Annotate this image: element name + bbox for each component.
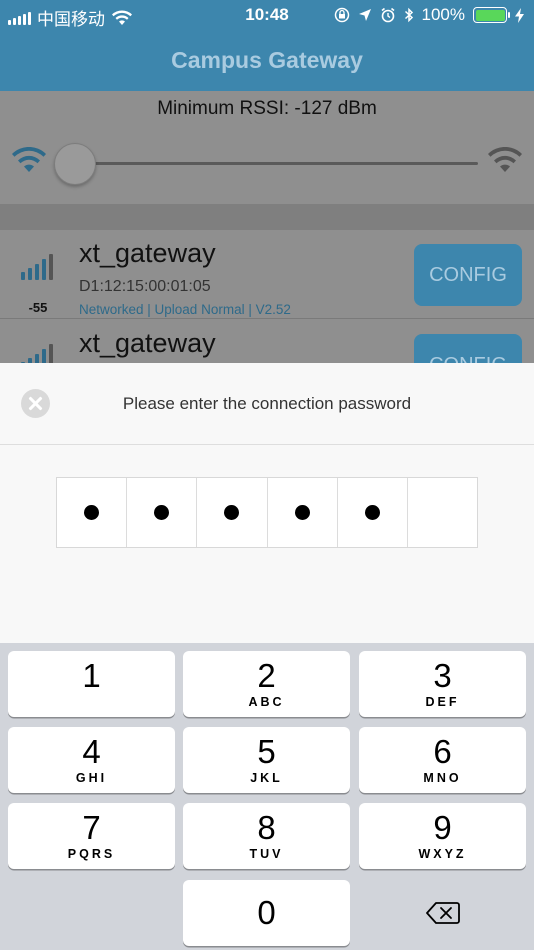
wifi-strong-icon [488, 147, 522, 172]
password-digit-cell [268, 478, 338, 547]
key-number: 8 [257, 809, 276, 846]
password-dialog: Please enter the connection password [0, 363, 534, 643]
key-letters: ABC [248, 695, 285, 709]
key-letters: JKL [250, 771, 283, 785]
key-2[interactable]: 2 ABC [183, 651, 350, 717]
bluetooth-icon [404, 7, 413, 23]
page-title: Campus Gateway [171, 47, 363, 73]
key-4[interactable]: 4 GHI [8, 727, 175, 793]
key-number: 2 [257, 657, 276, 694]
key-1[interactable]: 1 [8, 651, 175, 717]
rssi-label: Minimum RSSI: -127 dBm [157, 98, 377, 119]
gateway-rssi: -55 [28, 300, 48, 315]
gateway-name: xt_gateway [79, 238, 216, 268]
rssi-slider-track[interactable] [76, 162, 478, 165]
key-9[interactable]: 9 WXYZ [359, 803, 526, 869]
password-dot [224, 505, 240, 520]
password-input[interactable] [56, 477, 478, 548]
key-letters: PQRS [67, 847, 116, 861]
key-5[interactable]: 5 JKL [183, 727, 350, 793]
key-7[interactable]: 7 PQRS [8, 803, 175, 869]
key-number: 9 [433, 809, 452, 846]
key-number: 0 [257, 894, 276, 931]
section-divider [0, 204, 534, 230]
password-digit-cell [338, 478, 408, 547]
charging-icon [515, 7, 524, 23]
alarm-icon [381, 7, 395, 23]
status-bar: 中国移动 10:48 100% [0, 0, 534, 30]
gateway-mac: D1:12:15:00:01:05 [79, 278, 211, 295]
key-letters: GHI [75, 771, 108, 785]
dialog-header: Please enter the connection password [0, 363, 534, 445]
key-0[interactable]: 0 [183, 880, 350, 946]
backspace-icon [425, 902, 460, 924]
battery-percent: 100% [421, 5, 465, 24]
key-number: 3 [433, 657, 452, 694]
key-3[interactable]: 3 DEF [359, 651, 526, 717]
dialog-title: Please enter the connection password [122, 394, 412, 413]
numeric-keypad: 1 2 ABC 3 DEF 4 GHI 5 JKL 6 MNO 7 PQRS 8… [0, 643, 534, 950]
delete-button[interactable] [359, 880, 526, 946]
key-number: 4 [82, 733, 101, 770]
gateway-status: Networked | Upload Normal | V2.52 [79, 302, 291, 317]
key-letters: TUV [249, 847, 284, 861]
gateway-row[interactable]: -55 xt_gateway D1:12:15:00:01:05 Network… [0, 230, 534, 319]
gateway-name: xt_gateway [79, 328, 216, 358]
key-letters: WXYZ [418, 847, 467, 861]
config-button[interactable]: CONFIG [414, 334, 522, 363]
password-digit-cell [197, 478, 268, 547]
password-dot [294, 505, 310, 520]
password-digit-cell [408, 478, 477, 547]
key-number: 6 [433, 733, 452, 770]
key-number: 5 [257, 733, 276, 770]
gateway-list-screen: Minimum RSSI: -127 dBm -55 xt_gateway D1… [0, 91, 534, 363]
password-dot [154, 505, 170, 520]
password-dot [84, 505, 100, 520]
nav-bar: Campus Gateway [0, 30, 534, 91]
signal-strength-icon [21, 254, 53, 280]
password-digit-cell [127, 478, 198, 547]
key-number: 7 [82, 809, 101, 846]
location-icon [358, 9, 371, 21]
battery-icon [473, 7, 510, 23]
config-button[interactable]: CONFIG [414, 244, 522, 306]
wifi-weak-icon [12, 147, 46, 172]
key-letters: MNO [423, 771, 462, 785]
signal-strength-icon [21, 344, 53, 363]
password-dot [364, 505, 380, 520]
gateway-row[interactable]: xt_gateway CONFIG [0, 320, 534, 363]
key-letters: DEF [425, 695, 460, 709]
rssi-slider-thumb[interactable] [54, 143, 96, 185]
key-6[interactable]: 6 MNO [359, 727, 526, 793]
key-8[interactable]: 8 TUV [183, 803, 350, 869]
key-number: 1 [82, 657, 101, 694]
password-digit-cell [57, 478, 128, 547]
rotation-lock-icon [334, 7, 349, 23]
